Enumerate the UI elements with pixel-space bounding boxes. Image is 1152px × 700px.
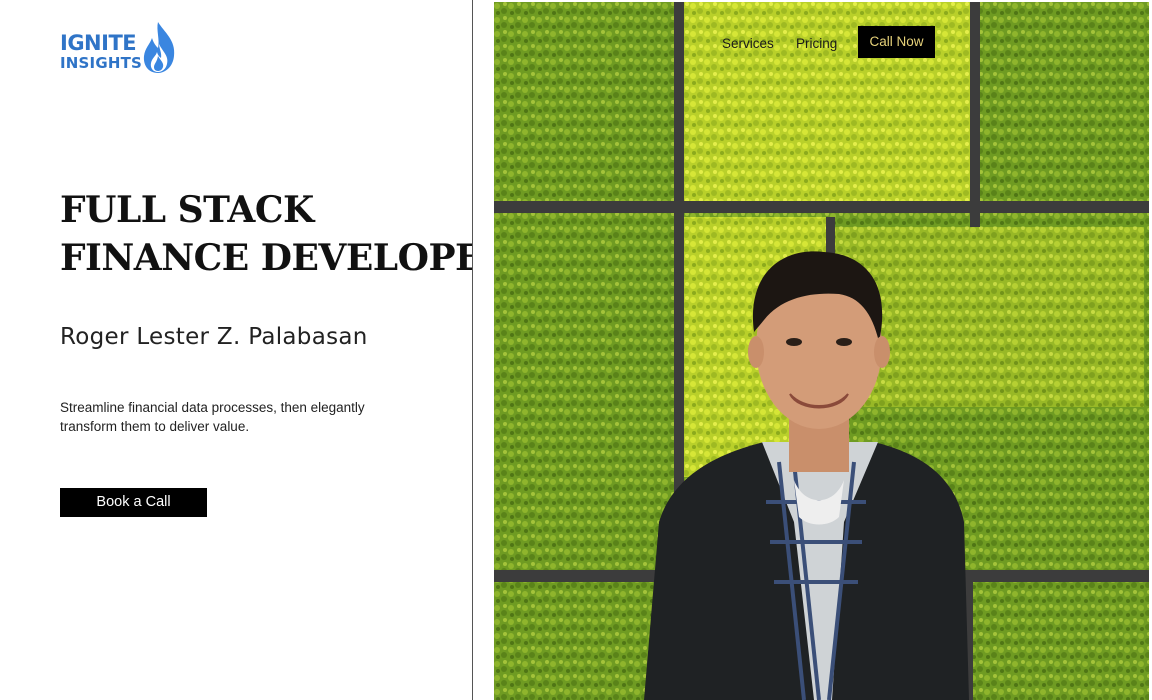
hero-headline: FULL STACK FINANCE DEVELOPER bbox=[60, 186, 512, 282]
brand-logo[interactable]: IGNITE INSIGHTS bbox=[60, 18, 180, 76]
nav-link-services[interactable]: Services bbox=[722, 36, 774, 51]
headline-line-2: FINANCE DEVELOPER bbox=[60, 237, 512, 279]
book-a-call-button[interactable]: Book a Call bbox=[60, 488, 207, 517]
nav-link-pricing[interactable]: Pricing bbox=[796, 36, 837, 51]
logo-word-ignite: IGNITE bbox=[60, 31, 137, 55]
flame-icon bbox=[143, 22, 175, 73]
headline-line-1: FULL STACK bbox=[60, 189, 314, 231]
person-name: Roger Lester Z. Palabasan bbox=[60, 324, 368, 350]
logo-word-insights: INSIGHTS bbox=[60, 54, 143, 72]
portrait-illustration bbox=[494, 2, 1149, 700]
hero-tagline: Streamline financial data processes, the… bbox=[60, 400, 365, 434]
hero-photo bbox=[494, 2, 1149, 700]
call-now-button[interactable]: Call Now bbox=[858, 26, 935, 58]
hero-left-panel: IGNITE INSIGHTS FULL STACK FINANCE DEVEL… bbox=[0, 0, 512, 700]
